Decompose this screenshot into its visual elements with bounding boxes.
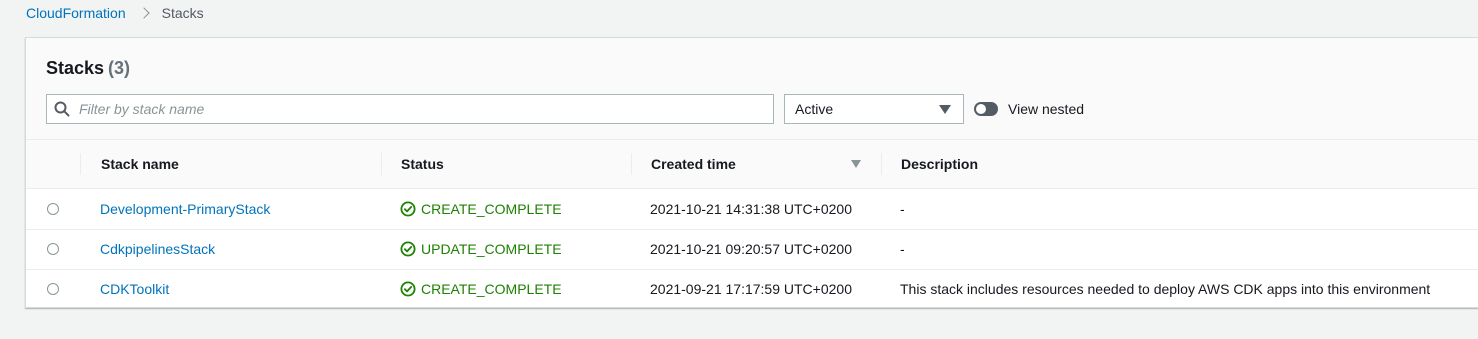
toggle-knob (976, 104, 986, 114)
column-divider (881, 153, 882, 175)
status-text: UPDATE_COMPLETE (421, 241, 562, 257)
status-badge: CREATE_COMPLETE (400, 269, 562, 309)
status-badge: UPDATE_COMPLETE (400, 229, 562, 269)
view-nested-control: View nested (974, 99, 1084, 119)
search-icon (47, 95, 77, 123)
page-title: Stacks (3) (46, 58, 130, 79)
breadcrumb-cloudformation-link[interactable]: CloudFormation (26, 5, 126, 21)
table-row[interactable]: CdkpipelinesStack UPDATE_COMPLETE 2021-1… (26, 229, 1478, 270)
status-filter-select[interactable]: Active (784, 94, 964, 124)
table-row[interactable]: CDKToolkit CREATE_COMPLETE 2021-09-21 17… (26, 269, 1478, 309)
column-divider (80, 153, 81, 175)
breadcrumb-current: Stacks (161, 5, 204, 21)
stack-count: (3) (108, 58, 131, 78)
view-nested-label: View nested (1008, 101, 1085, 117)
column-header-created-time[interactable]: Created time (651, 140, 736, 188)
description: - (900, 241, 905, 257)
row-select-radio[interactable] (47, 243, 59, 255)
column-divider (631, 153, 632, 175)
created-time: 2021-10-21 14:31:38 UTC+0200 (650, 201, 852, 217)
table-row[interactable]: Development-PrimaryStack CREATE_COMPLETE… (26, 189, 1478, 230)
description: This stack includes resources needed to … (900, 281, 1431, 297)
created-time: 2021-09-21 17:17:59 UTC+0200 (650, 281, 852, 297)
status-filter-value: Active (795, 101, 834, 117)
breadcrumb: CloudFormation Stacks (26, 4, 204, 22)
table-header: Stack name Status Created time Descripti… (26, 140, 1478, 189)
row-select-radio[interactable] (47, 283, 59, 295)
row-select-radio[interactable] (47, 203, 59, 215)
title-text: Stacks (46, 58, 105, 78)
caret-down-icon (939, 104, 951, 114)
check-circle-icon (400, 201, 416, 217)
stack-name-link[interactable]: CdkpipelinesStack (100, 229, 215, 269)
column-header-status[interactable]: Status (401, 140, 444, 188)
panel-header: Stacks(3) Active View nested (26, 38, 1478, 140)
stack-name-link[interactable]: CDKToolkit (100, 269, 169, 309)
check-circle-icon (400, 241, 416, 257)
column-header-stack-name[interactable]: Stack name (101, 140, 179, 188)
column-divider (381, 153, 382, 175)
stack-filter-input-wrapper[interactable] (46, 94, 774, 124)
created-time: 2021-10-21 09:20:57 UTC+0200 (650, 241, 852, 257)
check-circle-icon (400, 281, 416, 297)
status-text: CREATE_COMPLETE (421, 201, 562, 217)
status-text: CREATE_COMPLETE (421, 281, 562, 297)
sort-descending-icon[interactable] (851, 160, 861, 168)
chevron-right-icon (137, 7, 150, 19)
description: - (900, 201, 905, 217)
stack-name-link[interactable]: Development-PrimaryStack (100, 189, 270, 229)
column-header-description[interactable]: Description (901, 140, 978, 188)
view-nested-toggle[interactable] (974, 102, 998, 116)
stacks-panel: Stacks(3) Active View nested Stack name (25, 37, 1478, 308)
status-badge: CREATE_COMPLETE (400, 189, 562, 229)
stack-filter-input[interactable] (77, 96, 773, 122)
